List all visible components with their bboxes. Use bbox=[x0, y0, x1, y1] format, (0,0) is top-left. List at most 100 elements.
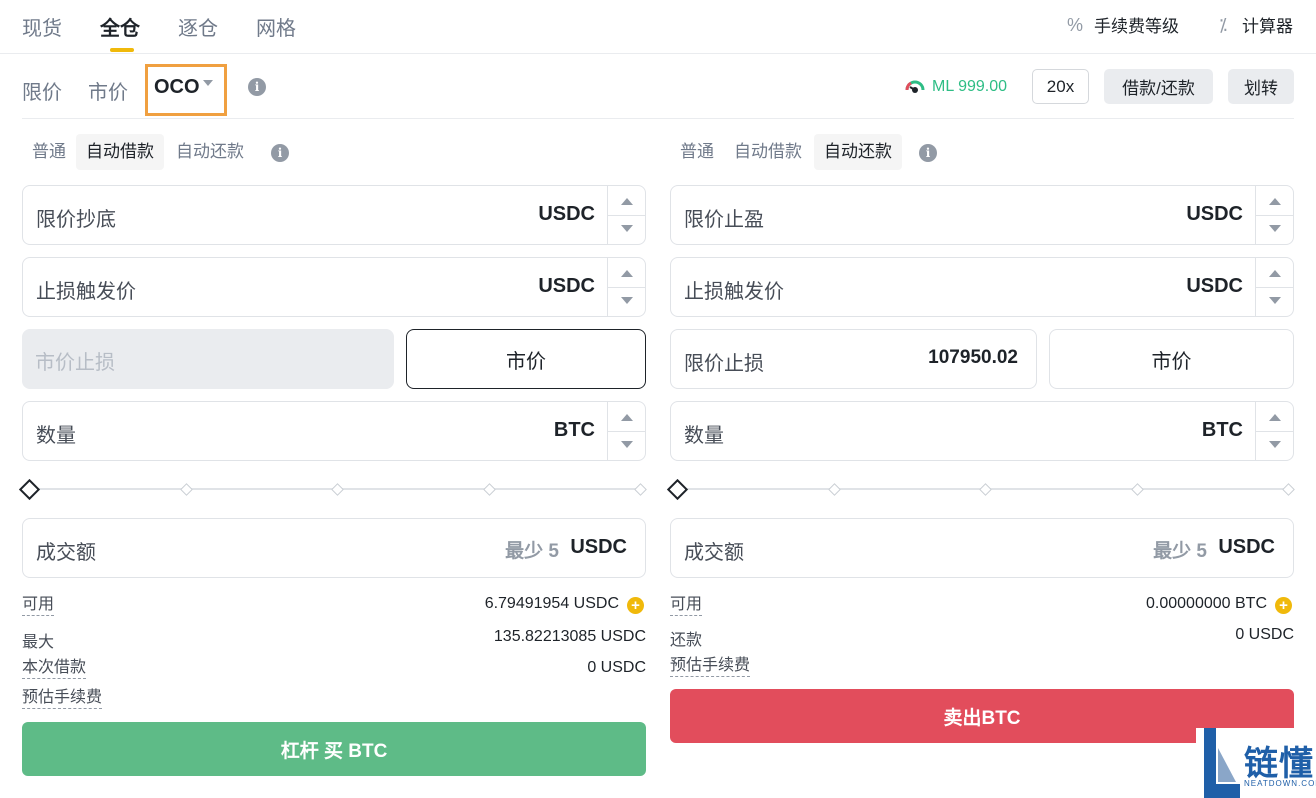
borrow-repay-button[interactable]: 借款/还款 bbox=[1104, 69, 1213, 104]
field-unit: BTC bbox=[1201, 419, 1243, 441]
stepper-down-icon[interactable] bbox=[621, 441, 633, 448]
stepper-down-icon[interactable] bbox=[621, 297, 633, 304]
field-label: 止损触发价 bbox=[36, 281, 136, 303]
watermark-text: 链懂 bbox=[1244, 745, 1314, 783]
quantity-stepper[interactable] bbox=[607, 402, 645, 460]
slider-thumb[interactable] bbox=[666, 478, 689, 501]
stepper-down-icon[interactable] bbox=[1269, 297, 1281, 304]
slider-step[interactable] bbox=[979, 483, 992, 496]
stepper-down-icon[interactable] bbox=[621, 225, 633, 232]
available-label[interactable]: 可用 bbox=[22, 595, 55, 616]
buy-mode-normal[interactable]: 普通 bbox=[22, 134, 76, 170]
tab-grid[interactable]: 网格 bbox=[256, 12, 296, 41]
stepper-up-icon[interactable] bbox=[621, 414, 633, 421]
sell-quantity-input[interactable]: 数量 BTC bbox=[670, 401, 1294, 461]
tab-cross[interactable]: 全仓 bbox=[100, 12, 140, 41]
tab-isolated[interactable]: 逐仓 bbox=[178, 12, 218, 41]
info-icon[interactable]: i bbox=[919, 144, 937, 162]
transfer-button[interactable]: 划转 bbox=[1228, 69, 1294, 104]
fee-level-label: 手续费等级 bbox=[1094, 17, 1179, 36]
calculator-icon: ⁒ bbox=[1218, 14, 1228, 35]
fee-label[interactable]: 预估手续费 bbox=[670, 656, 751, 677]
field-label: 限价止盈 bbox=[684, 209, 764, 231]
add-funds-icon[interactable]: + bbox=[627, 597, 644, 614]
stepper-up-icon[interactable] bbox=[621, 198, 633, 205]
sell-market-toggle[interactable]: 市价 bbox=[1049, 329, 1294, 389]
buy-mode-auto-borrow[interactable]: 自动借款 bbox=[76, 134, 164, 170]
price-stepper[interactable] bbox=[607, 186, 645, 244]
stepper-down-icon[interactable] bbox=[1269, 441, 1281, 448]
divider bbox=[22, 118, 1294, 119]
available-value: 0.00000000 BTC + bbox=[1146, 595, 1292, 614]
slider-step[interactable] bbox=[1282, 483, 1295, 496]
slider-thumb[interactable] bbox=[18, 478, 41, 501]
borrow-label[interactable]: 本次借款 bbox=[22, 658, 87, 679]
tab-spot[interactable]: 现货 bbox=[22, 12, 62, 41]
gauge-icon bbox=[905, 80, 925, 93]
info-icon[interactable]: i bbox=[271, 144, 289, 162]
sell-take-profit-input[interactable]: 限价止盈 USDC bbox=[670, 185, 1294, 245]
sell-stop-limit-input[interactable]: 限价止损 107950.02 bbox=[670, 329, 1037, 389]
margin-mode-tabs: 现货 全仓 逐仓 网格 % 手续费等级 ⁒ 计算器 bbox=[0, 0, 1316, 54]
fee-level-link[interactable]: % 手续费等级 bbox=[1064, 12, 1179, 37]
borrow-value: 0 USDC bbox=[587, 659, 646, 676]
field-unit: USDC bbox=[538, 275, 595, 297]
sell-mode-auto-repay[interactable]: 自动还款 bbox=[814, 134, 902, 170]
quantity-stepper[interactable] bbox=[1255, 402, 1293, 460]
slider-step[interactable] bbox=[180, 483, 193, 496]
field-unit: BTC bbox=[553, 419, 595, 441]
buy-total-input[interactable]: 成交额 最少 5 USDC bbox=[22, 518, 646, 578]
field-unit: USDC bbox=[1218, 536, 1275, 558]
field-unit: USDC bbox=[1186, 203, 1243, 225]
field-label: 数量 bbox=[684, 425, 724, 447]
price-stepper[interactable] bbox=[1255, 258, 1293, 316]
repay-label: 还款 bbox=[670, 632, 703, 649]
add-funds-icon[interactable]: + bbox=[1275, 597, 1292, 614]
order-type-oco[interactable]: OCO bbox=[154, 76, 200, 99]
field-label: 限价止损 bbox=[684, 353, 764, 375]
min-hint: 最少 5 bbox=[1153, 541, 1207, 562]
stepper-up-icon[interactable] bbox=[1269, 198, 1281, 205]
field-unit: USDC bbox=[538, 203, 595, 225]
fee-label[interactable]: 预估手续费 bbox=[22, 688, 103, 709]
field-label: 限价抄底 bbox=[36, 209, 116, 231]
slider-step[interactable] bbox=[1131, 483, 1144, 496]
buy-quantity-input[interactable]: 数量 BTC bbox=[22, 401, 646, 461]
available-value: 6.79491954 USDC + bbox=[485, 595, 644, 614]
info-icon[interactable]: i bbox=[248, 78, 266, 96]
buy-submit-button[interactable]: 杠杆 买 BTC bbox=[22, 722, 646, 776]
slider-step[interactable] bbox=[828, 483, 841, 496]
slider-step[interactable] bbox=[634, 483, 647, 496]
leverage-button[interactable]: 20x bbox=[1032, 69, 1089, 104]
buy-stop-market-input: 市价止损 bbox=[22, 329, 394, 389]
slider-step[interactable] bbox=[331, 483, 344, 496]
margin-level[interactable]: ML 999.00 bbox=[904, 76, 1007, 98]
stepper-down-icon[interactable] bbox=[1269, 225, 1281, 232]
available-label[interactable]: 可用 bbox=[670, 595, 703, 616]
sell-stop-trigger-input[interactable]: 止损触发价 USDC bbox=[670, 257, 1294, 317]
order-type-limit[interactable]: 限价 bbox=[22, 76, 62, 105]
buy-market-toggle[interactable]: 市价 bbox=[406, 329, 646, 389]
buy-stop-trigger-input[interactable]: 止损触发价 USDC bbox=[22, 257, 646, 317]
sell-mode-normal[interactable]: 普通 bbox=[670, 134, 724, 170]
calculator-link[interactable]: ⁒ 计算器 bbox=[1212, 12, 1293, 37]
field-unit: USDC bbox=[1186, 275, 1243, 297]
stepper-up-icon[interactable] bbox=[1269, 414, 1281, 421]
price-stepper[interactable] bbox=[607, 258, 645, 316]
max-label: 最大 bbox=[22, 634, 55, 651]
field-value: 107950.02 bbox=[928, 347, 1018, 368]
field-unit: USDC bbox=[570, 536, 627, 558]
stepper-up-icon[interactable] bbox=[1269, 270, 1281, 277]
buy-mode-auto-repay[interactable]: 自动还款 bbox=[166, 134, 254, 170]
order-type-market[interactable]: 市价 bbox=[88, 76, 128, 105]
caret-down-icon[interactable] bbox=[203, 80, 213, 86]
field-label: 市价止损 bbox=[35, 352, 115, 374]
stepper-up-icon[interactable] bbox=[621, 270, 633, 277]
slider-step[interactable] bbox=[483, 483, 496, 496]
sell-mode-auto-borrow[interactable]: 自动借款 bbox=[724, 134, 812, 170]
max-value: 135.82213085 USDC bbox=[493, 628, 646, 645]
sell-total-input[interactable]: 成交额 最少 5 USDC bbox=[670, 518, 1294, 578]
buy-limit-price-input[interactable]: 限价抄底 USDC bbox=[22, 185, 646, 245]
price-stepper[interactable] bbox=[1255, 186, 1293, 244]
field-label: 成交额 bbox=[684, 542, 744, 564]
